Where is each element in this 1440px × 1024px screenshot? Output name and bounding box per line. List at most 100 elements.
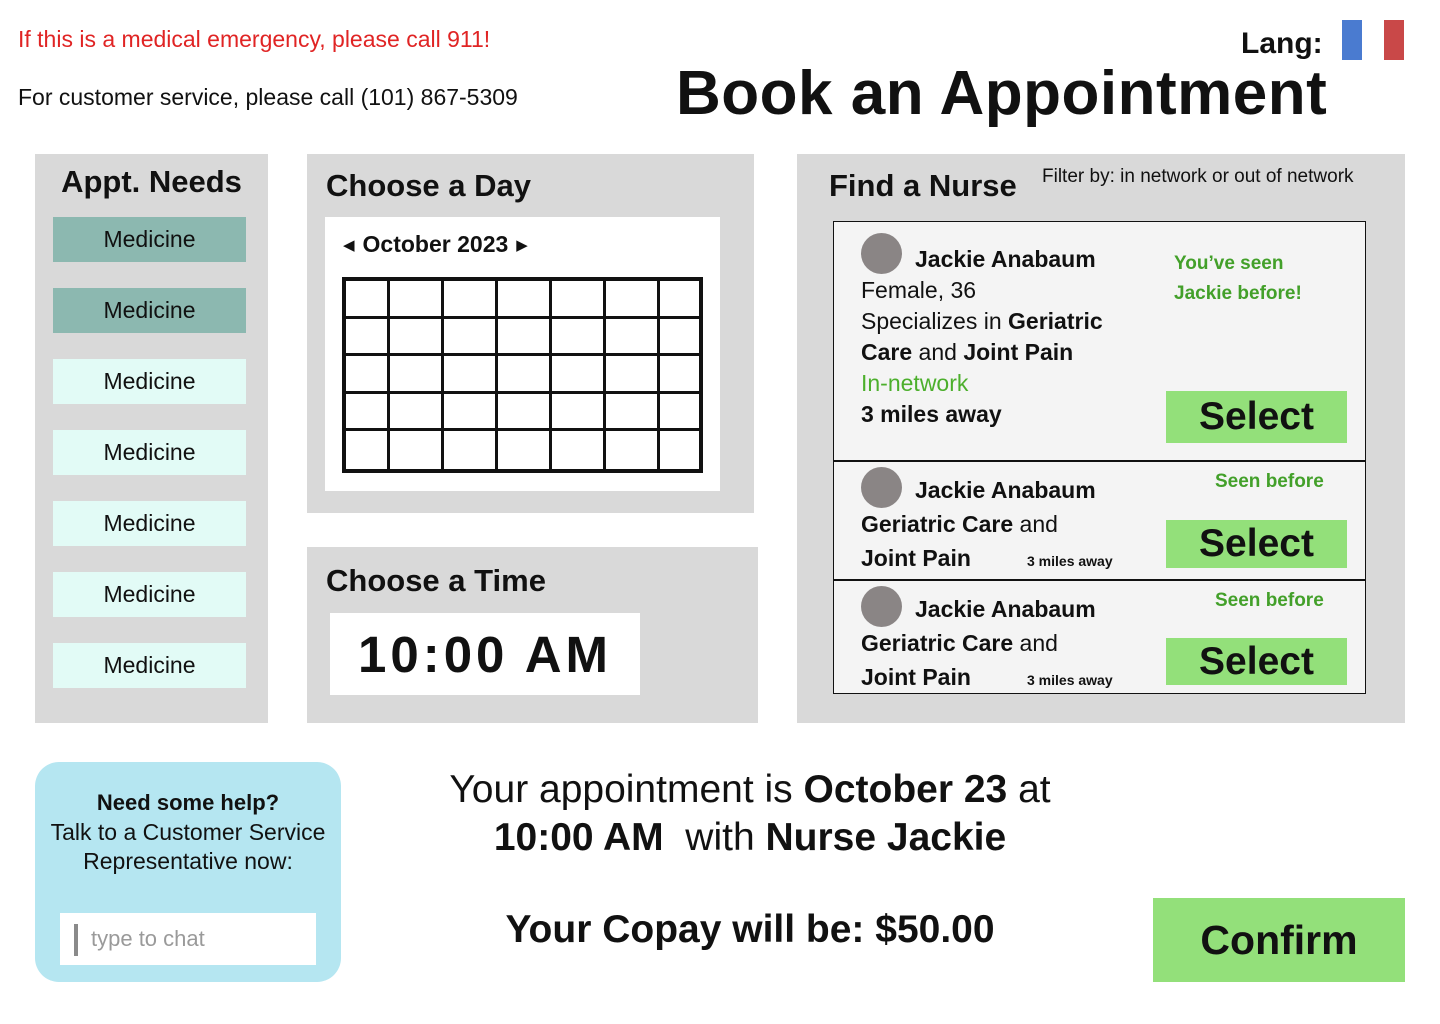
summary-nurse: Nurse Jackie: [765, 816, 1007, 859]
help-title: Need some help?: [96, 790, 280, 815]
help-chat-box: Need some help? Talk to a Customer Servi…: [35, 762, 341, 982]
chat-input[interactable]: [60, 913, 316, 965]
nurse-distance: 3 miles away: [861, 401, 1002, 427]
nurse-gender-age: Female, 36: [861, 277, 977, 303]
calendar-day-cell[interactable]: [606, 318, 660, 357]
find-nurse-panel: Find a Nurse Filter by: in network or ou…: [797, 154, 1405, 723]
select-nurse-button[interactable]: Select: [1166, 391, 1347, 443]
need-option-button[interactable]: Medicine: [53, 430, 246, 475]
time-picker[interactable]: 10:00 AM: [330, 613, 640, 695]
nurse-distance: 3 miles away: [1027, 672, 1113, 688]
triangle-right-icon[interactable]: ▶: [516, 236, 528, 254]
avatar: [861, 586, 902, 627]
language-label: Lang:: [1241, 27, 1323, 60]
select-nurse-button[interactable]: Select: [1166, 520, 1347, 568]
calendar-day-cell[interactable]: [390, 318, 444, 357]
calendar-day-cell[interactable]: [498, 431, 552, 469]
calendar-day-cell[interactable]: [552, 356, 606, 394]
need-option-button[interactable]: Medicine: [53, 288, 246, 333]
month-navigation: ◀ October 2023 ▶: [343, 231, 528, 258]
specialty-geriatric-care: Geriatric Care: [861, 511, 1014, 537]
calendar-day-cell[interactable]: [660, 431, 699, 469]
calendar-day-cell[interactable]: [552, 393, 606, 432]
specialty-care: Care: [861, 339, 913, 365]
specialty-joint-pain: Joint Pain: [861, 545, 971, 571]
calendar-day-cell[interactable]: [606, 281, 660, 319]
specialty-and: and: [912, 339, 964, 365]
network-filter[interactable]: Filter by: in network or out of network: [1042, 166, 1354, 188]
need-option-label: Medicine: [103, 368, 196, 394]
nurse-card: Jackie Anabaum Geriatric Care and Joint …: [834, 581, 1365, 695]
calendar-day-cell[interactable]: [390, 356, 444, 394]
calendar-day-cell[interactable]: [444, 318, 498, 357]
calendar-day-cell[interactable]: [444, 431, 498, 469]
need-option-button[interactable]: Medicine: [53, 359, 246, 404]
calendar-day-cell[interactable]: [346, 356, 390, 394]
calendar-day-cell[interactable]: [660, 281, 699, 319]
seen-before-notice: Seen before: [1215, 471, 1324, 492]
network-status: In-network: [861, 370, 969, 396]
need-option-label: Medicine: [103, 581, 196, 607]
appointment-summary: Your appointment is October 23 at 10:00 …: [400, 766, 1100, 862]
calendar-day-cell[interactable]: [606, 431, 660, 469]
appointment-needs-panel: Appt. Needs Medicine Medicine Medicine M…: [35, 154, 268, 723]
calendar-day-cell[interactable]: [390, 431, 444, 469]
calendar-day-cell[interactable]: [444, 393, 498, 432]
summary-date: October 23: [803, 768, 1008, 811]
seen-before-line: Jackie before!: [1174, 283, 1302, 304]
need-option-label: Medicine: [103, 297, 196, 323]
choose-day-panel: Choose a Day ◀ October 2023 ▶: [307, 154, 754, 513]
calendar-day-cell[interactable]: [390, 281, 444, 319]
calendar-day-cell[interactable]: [498, 393, 552, 432]
need-option-label: Medicine: [103, 226, 196, 252]
calendar-day-cell[interactable]: [552, 431, 606, 469]
calendar-day-cell[interactable]: [346, 318, 390, 357]
need-option-label: Medicine: [103, 439, 196, 465]
need-option-button[interactable]: Medicine: [53, 572, 246, 617]
triangle-left-icon[interactable]: ◀: [343, 236, 355, 254]
calendar-day-cell[interactable]: [606, 356, 660, 394]
need-option-button[interactable]: Medicine: [53, 501, 246, 546]
summary-line-1: Your appointment is October 23 at: [400, 766, 1100, 814]
calendar-day-cell[interactable]: [346, 281, 390, 319]
calendar-day-cell[interactable]: [346, 393, 390, 432]
calendar-day-cell[interactable]: [390, 393, 444, 432]
choose-time-panel: Choose a Time 10:00 AM: [307, 547, 758, 723]
specialty-prefix: Specializes in: [861, 308, 1009, 334]
calendar-day-cell[interactable]: [660, 394, 699, 432]
calendar-day-cell[interactable]: [346, 431, 390, 469]
calendar-day-cell[interactable]: [606, 393, 660, 432]
calendar: ◀ October 2023 ▶: [325, 217, 720, 491]
appointment-needs-title: Appt. Needs: [61, 164, 242, 199]
nurse-list: Jackie Anabaum Female, 36 Specializes in…: [833, 221, 1366, 694]
summary-line-2: 10:00 AM with Nurse Jackie: [400, 814, 1100, 862]
language-flag-blue-icon[interactable]: [1342, 20, 1362, 60]
nurse-card: Jackie Anabaum Geriatric Care and Joint …: [834, 462, 1365, 581]
summary-time: 10:00 AM: [493, 816, 664, 859]
nurse-name: Jackie Anabaum: [915, 477, 1096, 503]
specialty-and: and: [1013, 630, 1058, 656]
calendar-day-cell[interactable]: [552, 281, 606, 319]
specialty-geriatric-care: Geriatric Care: [861, 630, 1014, 656]
choose-time-title: Choose a Time: [326, 563, 546, 598]
seen-before-line: You’ve seen: [1174, 253, 1284, 274]
need-option-button[interactable]: Medicine: [53, 643, 246, 688]
select-nurse-button[interactable]: Select: [1166, 638, 1347, 685]
copay-amount: Your Copay will be: $50.00: [505, 908, 995, 951]
calendar-day-cell[interactable]: [498, 318, 552, 357]
nurse-specialty-line: Care and Joint Pain: [861, 339, 1073, 366]
confirm-button[interactable]: Confirm: [1153, 898, 1405, 982]
calendar-day-cell[interactable]: [444, 356, 498, 394]
nurse-name: Jackie Anabaum: [915, 246, 1096, 272]
need-option-button[interactable]: Medicine: [53, 217, 246, 262]
page-title: Book an Appointment: [676, 59, 1328, 128]
calendar-day-cell[interactable]: [660, 356, 699, 394]
choose-day-title: Choose a Day: [326, 168, 532, 203]
calendar-day-cell[interactable]: [444, 281, 498, 319]
text-cursor-icon: [74, 924, 78, 956]
calendar-day-cell[interactable]: [498, 356, 552, 394]
language-flag-red-icon[interactable]: [1384, 20, 1404, 60]
calendar-day-cell[interactable]: [498, 281, 552, 319]
calendar-day-cell[interactable]: [660, 319, 699, 357]
calendar-day-cell[interactable]: [552, 318, 606, 357]
